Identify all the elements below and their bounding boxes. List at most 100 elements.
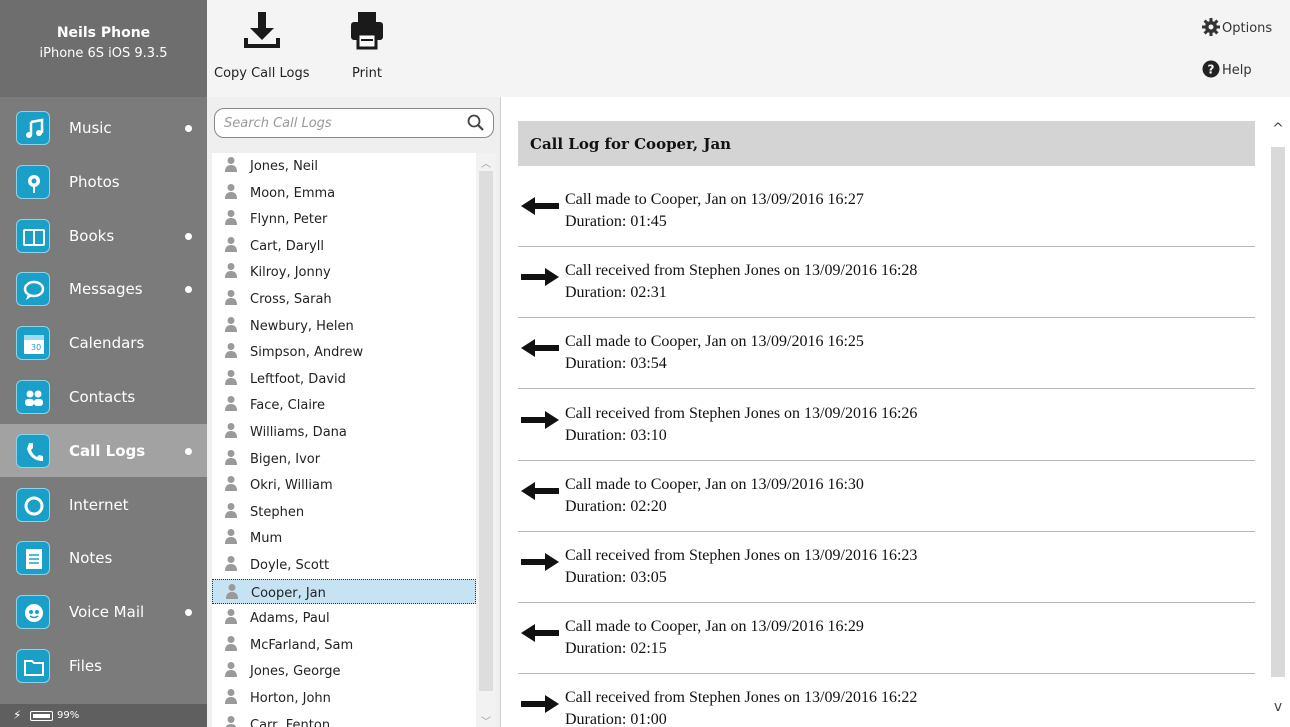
music-note-icon	[16, 111, 50, 145]
search-icon[interactable]	[466, 113, 486, 133]
contact-list-item[interactable]: Jones, Neil	[212, 153, 476, 178]
search-input[interactable]	[224, 114, 459, 133]
sidebar-item-contacts[interactable]: Contacts	[0, 370, 207, 423]
sidebar-item-label: Music	[69, 119, 112, 137]
contact-list-scrollbar[interactable]: ︿ ﹀	[476, 153, 496, 727]
contact-list-item[interactable]: Jones, George	[212, 658, 476, 683]
person-icon	[224, 209, 238, 226]
folder-icon	[16, 649, 50, 683]
call-log-entry: Call received from Stephen Jones on 13/0…	[518, 390, 1255, 461]
sidebar-item-music[interactable]: Music	[0, 101, 207, 154]
sidebar-item-messages[interactable]: Messages	[0, 262, 207, 315]
contact-name: Moon, Emma	[250, 185, 336, 201]
sidebar-item-label: Voice Mail	[69, 603, 145, 622]
contact-list-item[interactable]: Horton, John	[212, 685, 476, 710]
call-log-entry: Call made to Cooper, Jan on 13/09/2016 1…	[518, 461, 1255, 532]
call-log-entry: Call made to Cooper, Jan on 13/09/2016 1…	[518, 603, 1255, 675]
contact-list-item[interactable]: Newbury, Helen	[212, 313, 476, 338]
call-duration: Duration: 03:54	[565, 355, 667, 373]
contact-name: McFarland, Sam	[250, 637, 354, 653]
sidebar-item-photos[interactable]: Photos	[0, 155, 207, 208]
phone-handset-icon	[16, 433, 50, 468]
contact-list-item[interactable]: Simpson, Andrew	[212, 339, 476, 364]
contact-name: Doyle, Scott	[250, 558, 330, 573]
help-button[interactable]: ? Help	[1202, 60, 1252, 78]
contact-list-item[interactable]: Cross, Sarah	[212, 286, 476, 311]
person-icon	[224, 555, 238, 571]
call-description: Call received from Stephen Jones on 13/0…	[565, 404, 918, 422]
scroll-down-icon[interactable]: v	[1270, 699, 1286, 715]
scroll-up-icon[interactable]: ^	[1270, 121, 1286, 137]
call-description: Call received from Stephen Jones on 13/0…	[565, 547, 918, 564]
person-icon	[224, 156, 238, 172]
sidebar-item-label: Call Logs	[69, 441, 146, 460]
contact-list-item[interactable]: Okri, William	[212, 472, 476, 497]
sidebar-item-label: Notes	[69, 549, 113, 568]
person-icon	[224, 289, 238, 305]
scroll-up-icon[interactable]: ︿	[480, 155, 492, 170]
call-log-entry: Call received from Stephen Jones on 13/0…	[518, 532, 1255, 603]
contact-list-item[interactable]: Adams, Paul	[212, 605, 476, 630]
contact-list-item[interactable]: Kilroy, Jonny	[212, 259, 476, 284]
contact-list-item[interactable]: Bigen, Ivor	[212, 446, 476, 471]
contact-list-item[interactable]: Cooper, Jan	[212, 578, 476, 604]
toolbar: Copy Call Logs Print Options ? Help	[207, 0, 1290, 97]
person-icon	[224, 395, 238, 412]
person-icon	[224, 236, 238, 252]
person-icon	[224, 369, 238, 385]
contact-list-item[interactable]: Flynn, Peter	[212, 206, 476, 231]
content-indicator-dot	[185, 125, 192, 132]
contact-list-item[interactable]: Leftfoot, David	[212, 366, 476, 391]
arrow-right-icon	[521, 694, 559, 714]
copy-call-logs-label: Copy Call Logs	[214, 66, 310, 81]
sidebar-item-internet[interactable]: Internet	[0, 478, 207, 531]
sidebar-item-files[interactable]: Files	[0, 639, 207, 692]
call-log-entry: Call received from Stephen Jones on 13/0…	[518, 247, 1255, 319]
sidebar-item-call-logs[interactable]: Call Logs	[0, 423, 207, 477]
globe-ring-icon	[16, 487, 50, 522]
copy-call-logs-button[interactable]: Copy Call Logs	[214, 8, 310, 81]
contact-list-item[interactable]: McFarland, Sam	[212, 632, 476, 657]
person-icon	[224, 661, 238, 678]
speech-bubble-icon	[16, 272, 50, 307]
call-duration: Duration: 03:10	[565, 426, 667, 444]
print-button[interactable]: Print	[347, 8, 387, 81]
sidebar-item-voice-mail[interactable]: Voice Mail	[0, 585, 207, 638]
scrollbar-thumb[interactable]	[479, 171, 493, 691]
contact-name: Flynn, Peter	[250, 212, 328, 228]
person-icon	[225, 583, 239, 599]
contact-name: Face, Claire	[250, 398, 325, 414]
contact-list-item[interactable]: Stephen	[212, 499, 476, 524]
contact-name: Okri, William	[250, 478, 333, 494]
sidebar-item-label: Internet	[69, 495, 129, 514]
scroll-down-icon[interactable]: ﹀	[480, 713, 492, 727]
contact-list-item[interactable]: Williams, Dana	[212, 419, 476, 444]
detail-header: Call Log for Cooper, Jan	[518, 121, 1255, 166]
contact-list-item[interactable]: Mum	[212, 525, 476, 550]
contact-name: Carr, Fenton	[250, 717, 331, 727]
content-indicator-dot	[185, 232, 192, 240]
sidebar-item-label: Contacts	[69, 388, 136, 406]
options-button[interactable]: Options	[1202, 18, 1272, 36]
sidebar-item-notes[interactable]: Notes	[0, 531, 207, 584]
contact-list-item[interactable]: Cart, Daryll	[212, 233, 476, 258]
download-icon	[243, 12, 280, 48]
call-description: Call received from Stephen Jones on 13/0…	[565, 262, 918, 280]
sidebar-item-calendars[interactable]: 30 Calendars	[0, 316, 207, 369]
calendar-icon: 30	[16, 326, 50, 361]
sidebar-item-label: Files	[69, 657, 102, 675]
scrollbar-thumb[interactable]	[1271, 147, 1285, 677]
contact-name: Jones, George	[250, 664, 341, 680]
contact-list-item[interactable]: Doyle, Scott	[212, 552, 476, 577]
call-duration: Duration: 02:15	[565, 640, 667, 658]
sidebar-item-books[interactable]: Books	[0, 209, 207, 262]
contact-list-item[interactable]: Moon, Emma	[212, 180, 476, 205]
contact-name: Mum	[250, 531, 283, 547]
contact-name: Kilroy, Jonny	[250, 265, 331, 281]
contact-list-item[interactable]: Face, Claire	[212, 392, 476, 417]
detail-scrollbar[interactable]: ^ v	[1268, 121, 1288, 715]
print-label: Print	[352, 66, 382, 81]
notepad-icon	[16, 541, 50, 576]
sidebar-item-label: Photos	[69, 172, 120, 191]
contact-list-item[interactable]: Carr, Fenton	[212, 712, 476, 727]
